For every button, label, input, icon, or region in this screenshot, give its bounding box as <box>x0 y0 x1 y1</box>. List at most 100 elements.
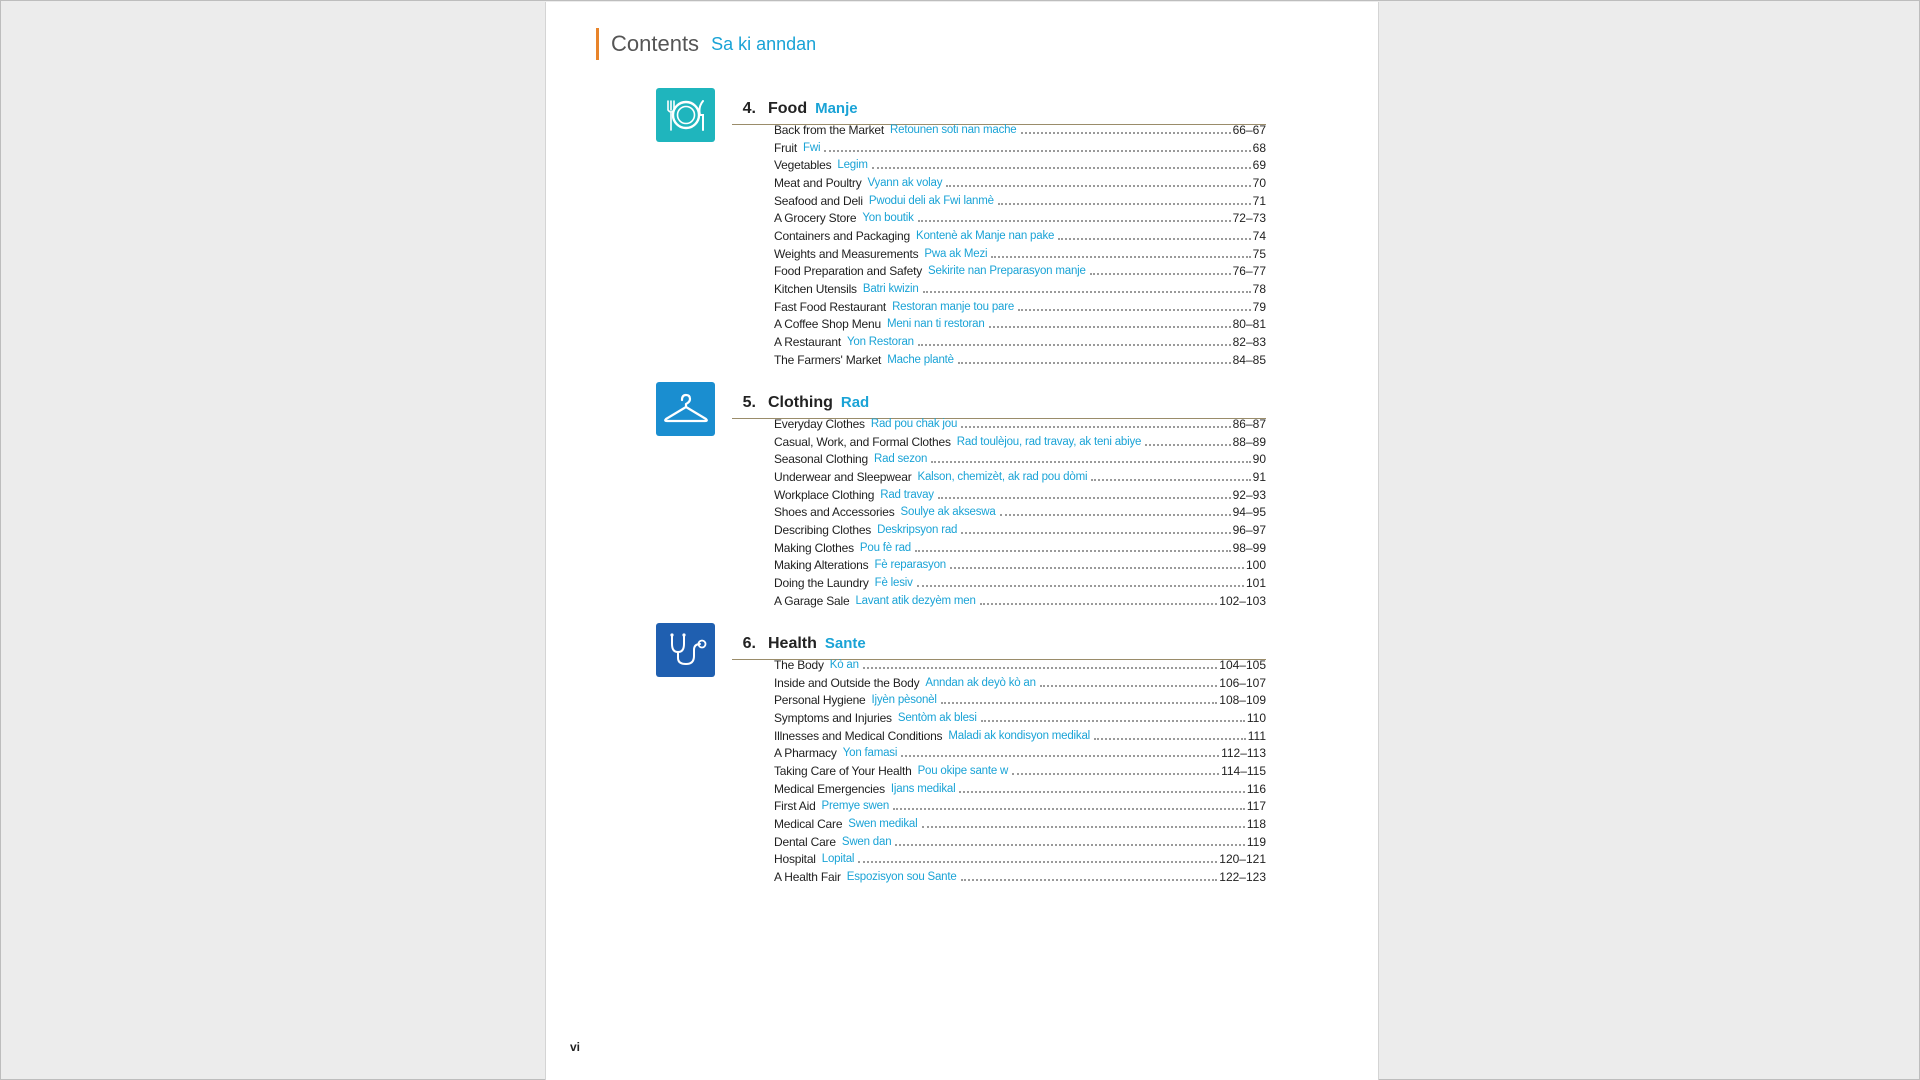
toc-entry[interactable]: Food Preparation and Safety Sekirite nan … <box>774 263 1266 281</box>
entry-title-translation: Restoran manje tou pare <box>892 300 1015 313</box>
toc-entry[interactable]: Making Clothes Pou fè rad 98–99 <box>774 539 1266 557</box>
toc-entry[interactable]: Containers and Packaging Kontenè ak Manje… <box>774 227 1266 245</box>
toc-entry[interactable]: Personal Hygiene Ijyèn pèsonèl 108–109 <box>774 691 1266 709</box>
entry-title-translation: Yon famasi <box>842 747 898 760</box>
entry-title-translation: Ijans medikal <box>890 782 956 795</box>
toc-entry[interactable]: Fast Food Restaurant Restoran manje tou p… <box>774 298 1266 316</box>
dot-leader <box>1018 308 1251 311</box>
toc-entry[interactable]: Kitchen Utensils Batri kwizin 78 <box>774 280 1266 298</box>
entry-title-translation: Rad toulèjou, rad travay, ak teni abiye <box>956 435 1142 448</box>
section-entries: Back from the Market Retounen soti nan ma… <box>774 121 1266 369</box>
entry-title-translation: Rad sezon <box>874 453 928 466</box>
entry-title: Hospital <box>774 852 816 867</box>
toc-entry[interactable]: A Garage Sale Lavant atik dezyèm men 102–1… <box>774 592 1266 610</box>
entry-title: Making Alterations <box>774 558 869 573</box>
entry-title: Illnesses and Medical Conditions <box>774 728 943 743</box>
toc-entry[interactable]: Dental Care Swen dan 119 <box>774 833 1266 851</box>
toc-entry[interactable]: Everyday Clothes Rad pou chak jou 86–87 <box>774 415 1266 433</box>
entry-title: A Grocery Store <box>774 211 857 226</box>
toc-entry[interactable]: Medical Care Swen medikal 118 <box>774 815 1266 833</box>
entry-page-number: 116 <box>1246 781 1266 796</box>
entry-title-translation: Premye swen <box>821 800 890 813</box>
toc-entry[interactable]: Fruit Fwi 68 <box>774 139 1266 157</box>
toc-entry[interactable]: Casual, Work, and Formal Clothes Rad toul… <box>774 433 1266 451</box>
entry-page-number: 117 <box>1246 799 1266 814</box>
entry-title: A Pharmacy <box>774 746 837 761</box>
entry-title-translation: Pou fè rad <box>859 541 911 554</box>
dot-leader <box>922 291 1251 294</box>
toc-entry[interactable]: Back from the Market Retounen soti nan ma… <box>774 121 1266 139</box>
toc-entry[interactable]: Weights and Measurements Pwa ak Mezi 75 <box>774 245 1266 263</box>
entry-title-translation: Anndan ak deyò kò an <box>925 676 1036 689</box>
entry-page-number: 70 <box>1252 175 1266 190</box>
entry-title-translation: Mache plantè <box>887 353 954 366</box>
dot-leader <box>824 149 1251 152</box>
entry-page-number: 106–107 <box>1219 675 1266 690</box>
entry-title: Seafood and Deli <box>774 193 863 208</box>
entry-page-number: 88–89 <box>1232 434 1266 449</box>
entry-title-translation: Batri kwizin <box>862 283 919 296</box>
toc-entry[interactable]: Underwear and Sleepwear Kalson, chemizèt,… <box>774 468 1266 486</box>
toc-entry[interactable]: Seafood and Deli Pwodui deli ak Fwi lanmè… <box>774 192 1266 210</box>
entry-title-translation: Rad pou chak jou <box>870 417 958 430</box>
entry-title-translation: Maladi ak kondisyon medikal <box>948 729 1090 742</box>
entry-title: Personal Hygiene <box>774 693 866 708</box>
toc-entry[interactable]: Shoes and Accessories Soulye ak akseswa 94… <box>774 503 1266 521</box>
toc-entry[interactable]: Meat and Poultry Vyann ak volay 70 <box>774 174 1266 192</box>
entry-title: Dental Care <box>774 834 836 849</box>
toc-entry[interactable]: A Coffee Shop Menu Meni nan ti restoran 80… <box>774 316 1266 334</box>
dot-leader <box>959 790 1245 793</box>
entry-title: Symptoms and Injuries <box>774 710 892 725</box>
entry-title-translation: Pwodui deli ak Fwi lanmè <box>868 194 994 207</box>
document-viewer[interactable]: Contents Sa ki anndan 4. Food Manje Back… <box>0 0 1920 1080</box>
entry-title-translation: Sentòm ak blesi <box>897 711 977 724</box>
contents-header: Contents Sa ki anndan <box>596 28 816 60</box>
entry-page-number: 104–105 <box>1219 657 1266 672</box>
entry-page-number: 100 <box>1245 558 1266 573</box>
dot-leader <box>960 879 1218 882</box>
toc-entry[interactable]: The Farmers' Market Mache plantè 84–85 <box>774 351 1266 369</box>
entry-title-translation: Legim <box>837 159 868 172</box>
entry-page-number: 112–113 <box>1221 746 1266 761</box>
toc-entry[interactable]: Describing Clothes Deskripsyon rad 96–97 <box>774 521 1266 539</box>
entry-page-number: 122–123 <box>1219 870 1266 885</box>
entry-page-number: 75 <box>1252 246 1266 261</box>
entry-page-number: 86–87 <box>1232 416 1266 431</box>
toc-entry[interactable]: Taking Care of Your Health Pou okipe sant… <box>774 762 1266 780</box>
toc-entry[interactable]: Hospital Lopital 120–121 <box>774 851 1266 869</box>
toc-entry[interactable]: Symptoms and Injuries Sentòm ak blesi 110 <box>774 709 1266 727</box>
entry-title: A Garage Sale <box>774 593 850 608</box>
dot-leader <box>893 808 1245 811</box>
entry-title-translation: Pou okipe sante w <box>917 764 1009 777</box>
dot-leader <box>950 567 1244 570</box>
toc-entry[interactable]: Illnesses and Medical Conditions Maladi a… <box>774 727 1266 745</box>
entry-page-number: 78 <box>1252 282 1266 297</box>
entry-page-number: 114–115 <box>1221 763 1266 778</box>
toc-entry[interactable]: A Grocery Store Yon boutik 72–73 <box>774 209 1266 227</box>
dot-leader <box>895 843 1245 846</box>
entry-title-translation: Vyann ak volay <box>867 176 943 189</box>
toc-entry[interactable]: Vegetables Legim 69 <box>774 156 1266 174</box>
toc-entry[interactable]: Making Alterations Fè reparasyon 100 <box>774 557 1266 575</box>
dot-leader <box>931 461 1251 464</box>
toc-entry[interactable]: A Health Fair Espozisyon sou Sante 122–123 <box>774 868 1266 886</box>
toc-entry[interactable]: Medical Emergencies Ijans medikal 116 <box>774 780 1266 798</box>
toc-entry[interactable]: Doing the Laundry Fè lesiv 101 <box>774 574 1266 592</box>
entry-page-number: 84–85 <box>1232 352 1266 367</box>
entry-page-number: 92–93 <box>1232 487 1266 502</box>
dot-leader <box>871 167 1251 170</box>
toc-entry[interactable]: The Body Kò an 104–105 <box>774 656 1266 674</box>
toc-entry[interactable]: Inside and Outside the Body Anndan ak dey… <box>774 674 1266 692</box>
toc-entry[interactable]: A Pharmacy Yon famasi 112–113 <box>774 744 1266 762</box>
entry-title: Medical Emergencies <box>774 781 885 796</box>
hanger-icon <box>656 382 715 436</box>
entry-title: The Body <box>774 657 824 672</box>
section-number: 5. <box>742 394 756 411</box>
dot-leader <box>957 361 1231 364</box>
toc-entry[interactable]: A Restaurant Yon Restoran 82–83 <box>774 333 1266 351</box>
toc-entry[interactable]: Workplace Clothing Rad travay 92–93 <box>774 486 1266 504</box>
toc-entry[interactable]: First Aid Premye swen 117 <box>774 798 1266 816</box>
entry-title-translation: Lavant atik dezyèm men <box>855 594 976 607</box>
toc-entry[interactable]: Seasonal Clothing Rad sezon 90 <box>774 450 1266 468</box>
dot-leader <box>1094 737 1246 740</box>
